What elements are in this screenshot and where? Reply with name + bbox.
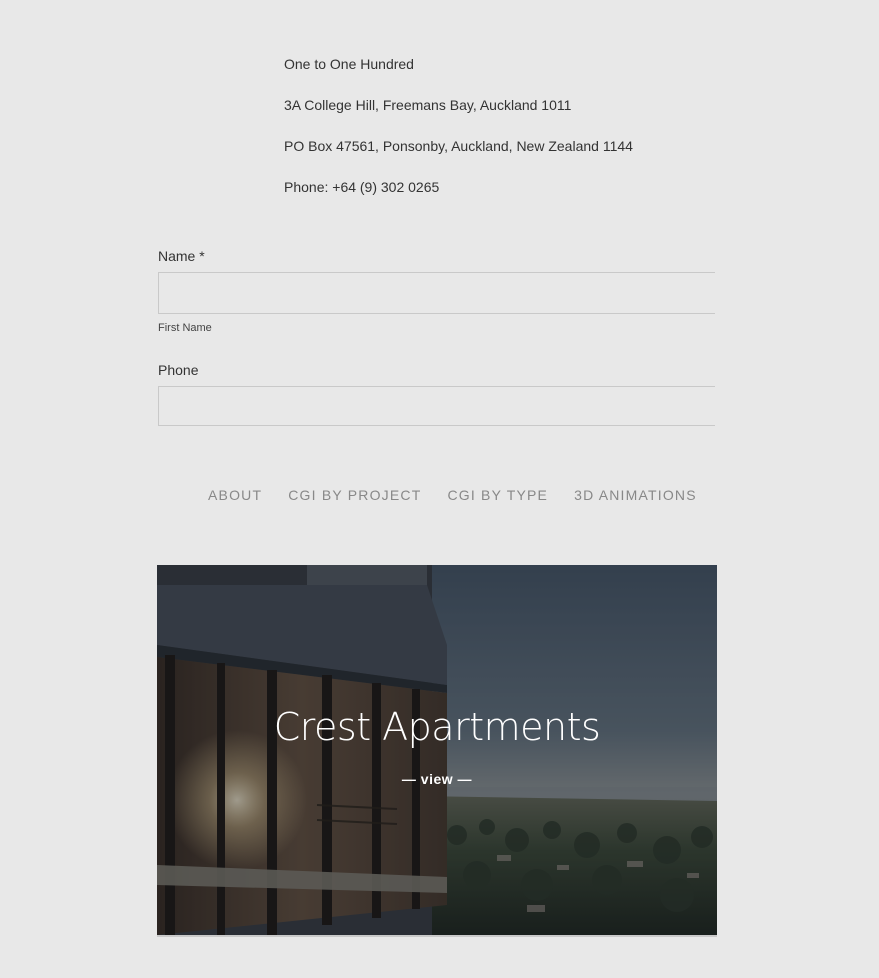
nav-link-about[interactable]: ABOUT [208,486,262,504]
project-title: Crest Apartments [273,705,601,749]
category-nav: ABOUT CGI BY PROJECT CGI BY TYPE 3D ANIM… [208,486,723,504]
company-name: One to One Hundred [284,56,414,72]
name-field-label: Name * [158,248,205,264]
po-box-address: PO Box 47561, Ponsonby, Auckland, New Ze… [284,138,633,154]
street-address: 3A College Hill, Freemans Bay, Auckland … [284,97,572,113]
card-overlay [157,565,717,935]
project-card-crest-apartments[interactable]: Crest Apartments — view — [157,565,717,935]
nav-link-cgi-by-project[interactable]: CGI BY PROJECT [288,486,421,504]
phone-number: Phone: +64 (9) 302 0265 [284,179,440,195]
first-name-input[interactable] [158,272,715,314]
nav-link-3d-animations[interactable]: 3D ANIMATIONS [574,486,697,504]
contact-form: Name * First Name Phone [158,246,715,426]
card-bottom-divider [157,935,717,937]
view-link[interactable]: — view — [157,771,717,787]
phone-input[interactable] [158,386,715,426]
nav-link-cgi-by-type[interactable]: CGI BY TYPE [447,486,548,504]
phone-field-label: Phone [158,362,199,378]
first-name-sublabel: First Name [158,322,212,334]
contact-info: One to One Hundred 3A College Hill, Free… [284,54,633,218]
